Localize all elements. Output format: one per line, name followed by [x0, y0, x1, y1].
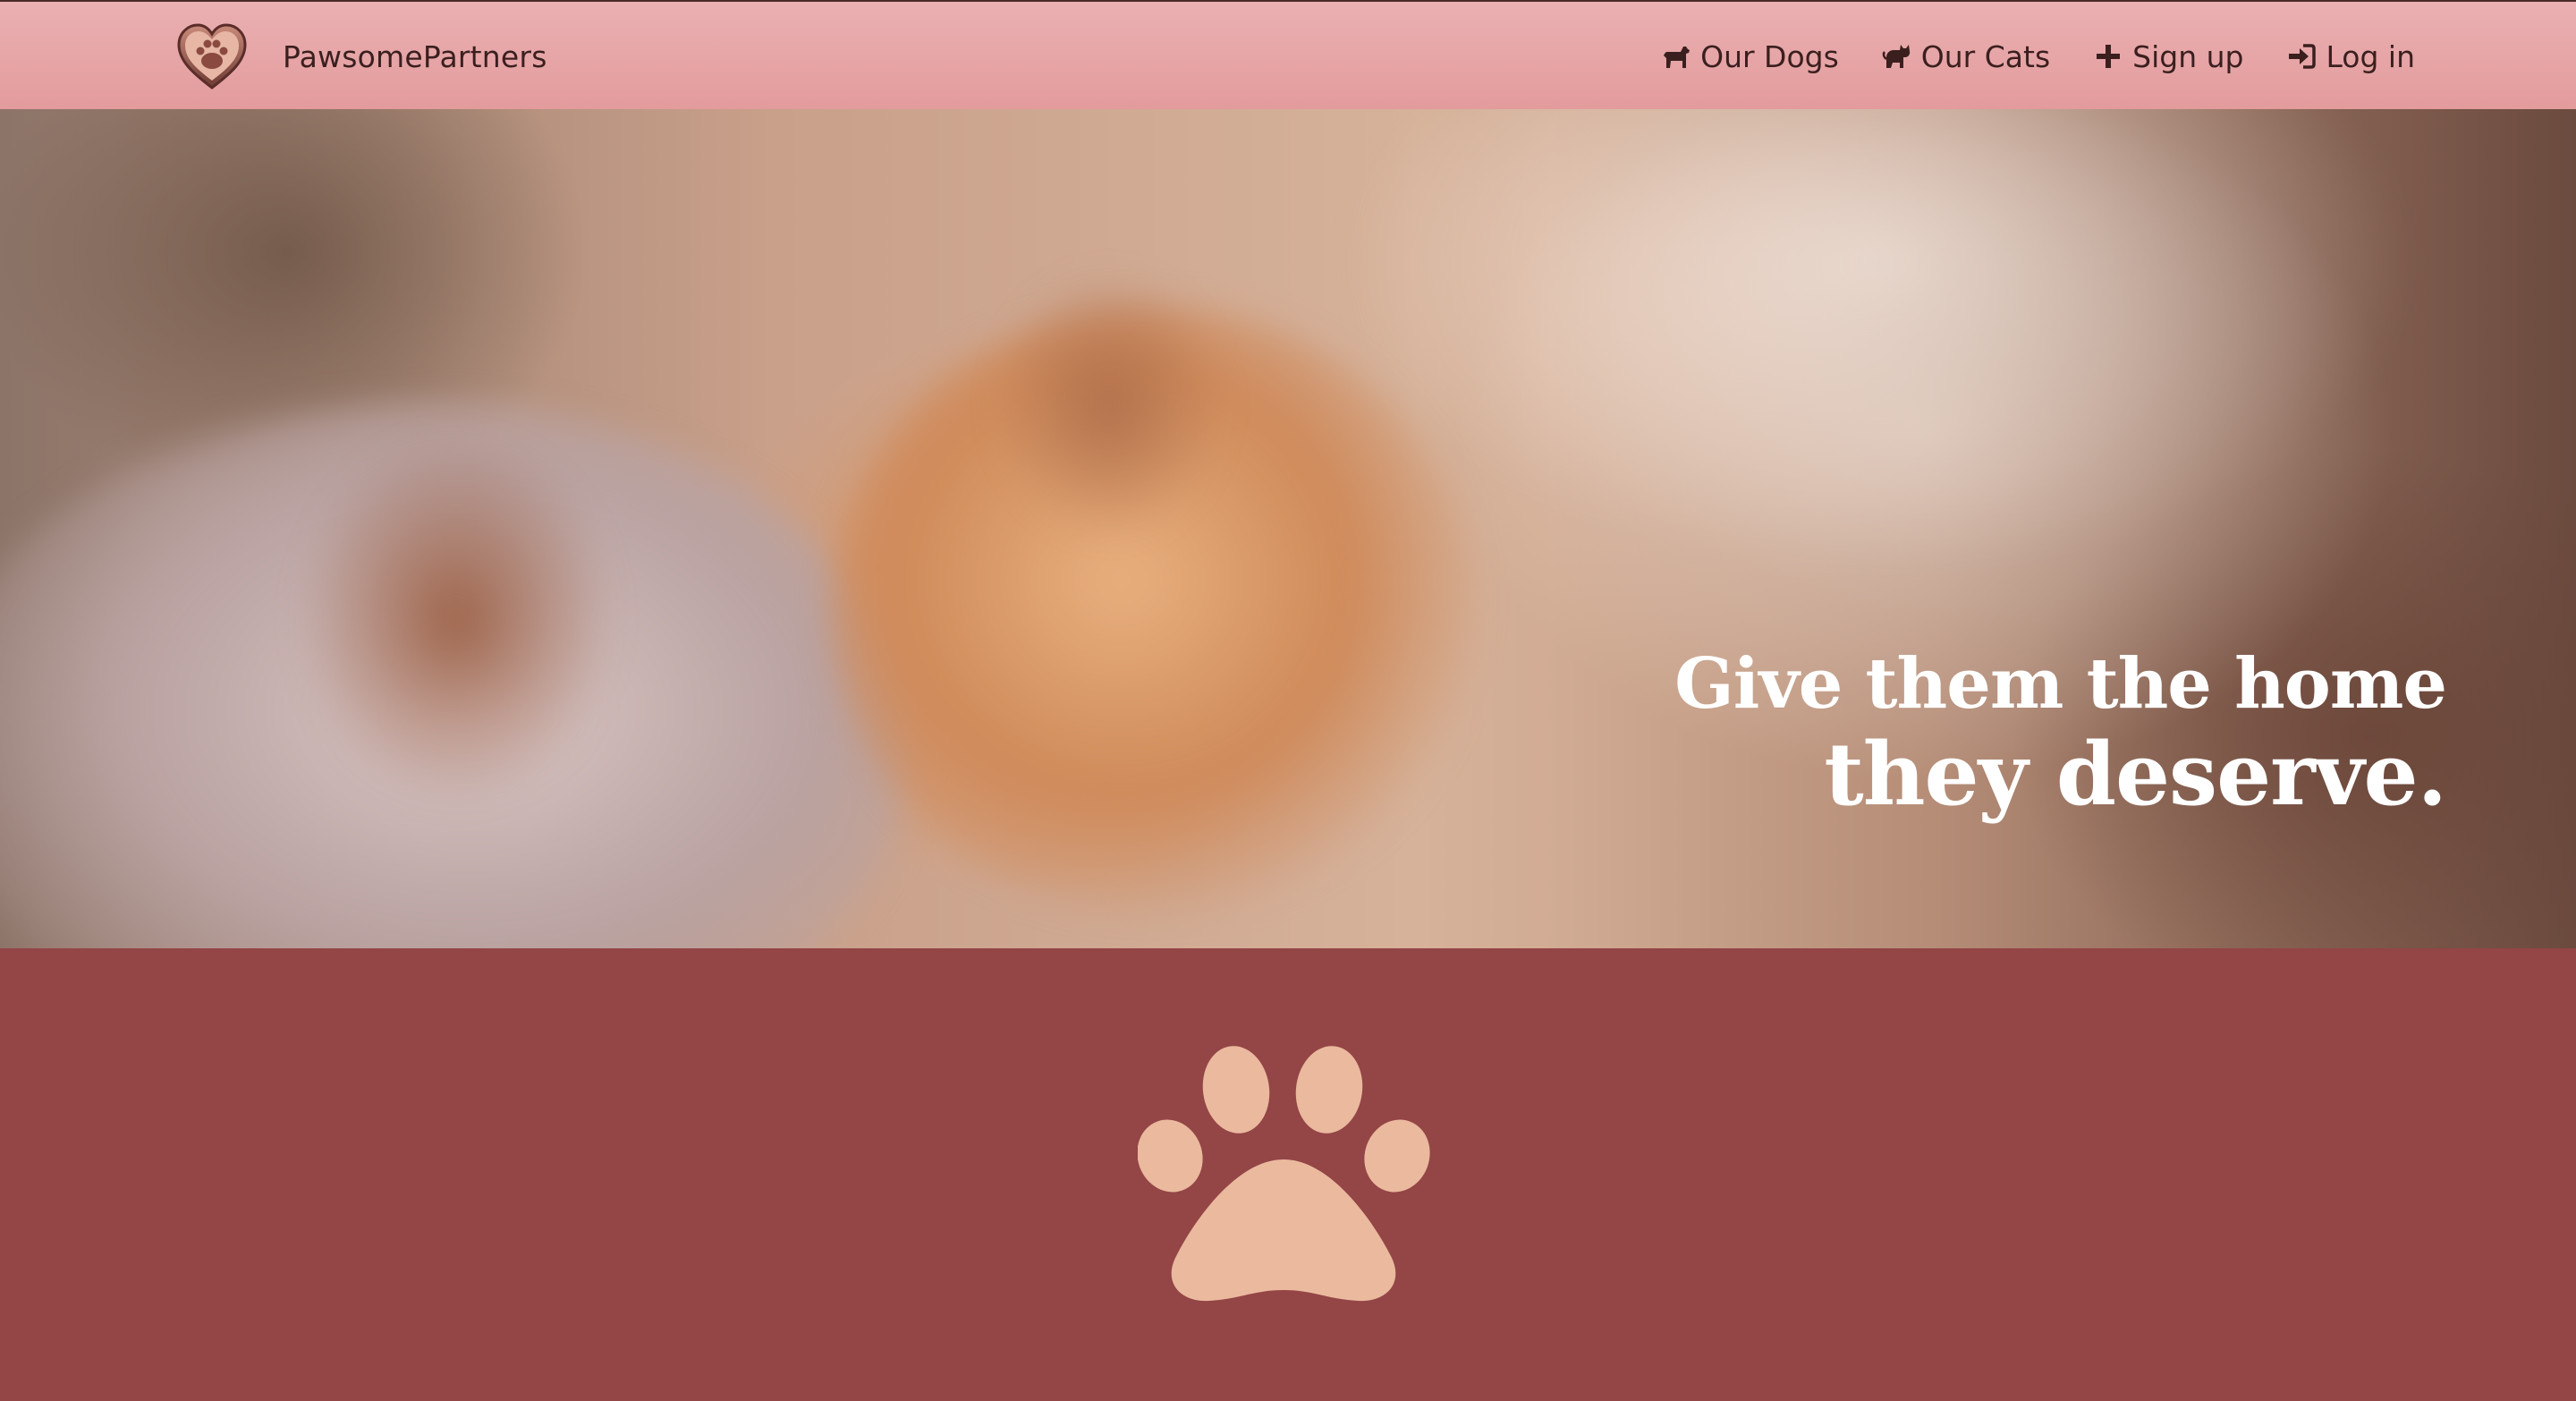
- hero-tagline-line2: they deserve.: [1824, 723, 2447, 825]
- nav-our-cats[interactable]: Our Cats: [1882, 39, 2050, 74]
- hero-tagline: Give them the home they deserve.: [1674, 643, 2447, 826]
- brand-name: PawsomePartners: [283, 38, 547, 74]
- nav-sign-up-label: Sign up: [2132, 38, 2244, 74]
- navbar: PawsomePartners Our Dogs Our Cats Sign u…: [0, 0, 2576, 109]
- hero-tagline-line1: Give them the home: [1674, 643, 2447, 725]
- heart-paw-logo-icon: [177, 23, 247, 89]
- sign-in-icon: [2289, 44, 2317, 69]
- brand-link[interactable]: PawsomePartners: [175, 21, 547, 91]
- hero-banner: Give them the home they deserve.: [0, 109, 2576, 948]
- nav-our-cats-label: Our Cats: [1920, 38, 2051, 74]
- nav-our-dogs-label: Our Dogs: [1700, 38, 1839, 74]
- cat-icon: [1882, 45, 1910, 68]
- nav-log-in-label: Log in: [2326, 38, 2415, 74]
- nav-log-in[interactable]: Log in: [2286, 39, 2415, 74]
- about-section: [0, 948, 2576, 1401]
- paw-icon: [1138, 1046, 1430, 1302]
- nav-our-dogs[interactable]: Our Dogs: [1661, 39, 1839, 74]
- dog-icon: [1664, 47, 1690, 68]
- nav-sign-up[interactable]: Sign up: [2093, 39, 2243, 74]
- nav-links: Our Dogs Our Cats Sign up Log in: [1618, 2, 2415, 111]
- plus-icon: [2097, 45, 2121, 68]
